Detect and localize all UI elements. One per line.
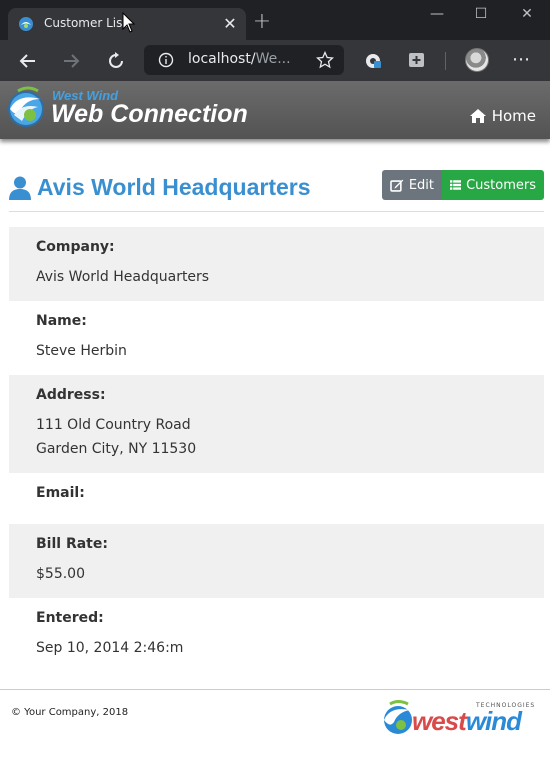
brand-title[interactable]: Web Connection xyxy=(51,100,248,129)
detail-label: Bill Rate: xyxy=(36,536,108,552)
detail-value: 111 Old Country Road Garden City, NY 115… xyxy=(36,413,517,461)
customers-button[interactable]: Customers xyxy=(442,170,544,200)
westwind-swirl-icon xyxy=(384,700,412,734)
detail-label: Company: xyxy=(36,239,115,255)
forward-arrow-icon[interactable] xyxy=(60,50,82,72)
refresh-icon[interactable] xyxy=(105,50,127,72)
detail-row-entered: Entered: Sep 10, 2014 2:46:m xyxy=(9,598,544,672)
detail-value: $55.00 xyxy=(36,566,85,582)
page-footer: © Your Company, 2018 TECHNOLOGIES westwi… xyxy=(0,689,550,764)
browser-toolbar: localhost/We... ⋯ xyxy=(0,40,550,81)
extension-icon[interactable] xyxy=(363,50,385,72)
west-wind-logo-icon[interactable] xyxy=(4,85,48,129)
site-header: West Wind Web Connection Home xyxy=(0,81,550,139)
customers-label: Customers xyxy=(466,177,536,193)
maximize-button[interactable]: ☐ xyxy=(466,4,496,24)
profile-avatar[interactable] xyxy=(465,48,489,72)
tab-close-icon[interactable]: ✕ xyxy=(220,14,240,34)
detail-label: Name: xyxy=(36,313,87,329)
detail-row-name: Name: Steve Herbin xyxy=(9,301,544,375)
page-heading: Avis World Headquarters Edit Customers xyxy=(9,170,544,212)
url-text: localhost/We... xyxy=(188,51,291,67)
page-title: Avis World Headquarters xyxy=(37,174,311,200)
edit-button[interactable]: Edit xyxy=(382,170,442,200)
address-bar[interactable]: localhost/We... xyxy=(144,45,344,75)
new-tab-button[interactable]: + xyxy=(252,11,272,33)
toolbar-divider xyxy=(445,52,446,70)
detail-row-bill-rate: Bill Rate: $55.00 xyxy=(9,524,544,598)
detail-row-address: Address: 111 Old Country Road Garden Cit… xyxy=(9,375,544,473)
detail-label: Entered: xyxy=(36,610,104,626)
detail-value: Sep 10, 2014 2:46:m xyxy=(36,640,184,656)
home-label: Home xyxy=(491,107,536,125)
home-link[interactable]: Home xyxy=(469,107,536,125)
detail-label: Address: xyxy=(36,387,106,403)
menu-ellipsis-icon[interactable]: ⋯ xyxy=(512,49,530,70)
info-icon[interactable] xyxy=(158,52,174,68)
home-icon xyxy=(469,109,486,123)
edit-icon xyxy=(390,179,404,192)
globe-icon xyxy=(19,17,33,31)
user-icon xyxy=(9,176,31,200)
back-arrow-icon[interactable] xyxy=(17,50,39,72)
tab-title: Customer List xyxy=(44,16,128,30)
edit-label: Edit xyxy=(408,177,434,193)
address-line-2: Garden City, NY 11530 xyxy=(36,441,197,457)
browser-tabstrip: Customer List ✕ + — ☐ ✕ xyxy=(0,0,550,40)
minimize-button[interactable]: — xyxy=(422,4,452,24)
collections-icon[interactable] xyxy=(406,50,428,72)
detail-value: Steve Herbin xyxy=(36,343,127,359)
detail-value: Avis World Headquarters xyxy=(36,269,210,285)
window-close-button[interactable]: ✕ xyxy=(512,4,542,24)
star-icon[interactable] xyxy=(316,51,334,69)
logo-wordmark: westwind xyxy=(412,706,522,736)
detail-row-company: Company: Avis World Headquarters xyxy=(9,227,544,301)
westwind-footer-logo[interactable]: TECHNOLOGIES westwind xyxy=(382,700,542,740)
address-line-1: 111 Old Country Road xyxy=(36,417,191,433)
detail-row-email: Email: xyxy=(9,473,544,524)
copyright-text: © Your Company, 2018 xyxy=(11,707,129,718)
customer-details: Company: Avis World Headquarters Name: S… xyxy=(9,227,544,672)
detail-label: Email: xyxy=(36,485,85,501)
list-icon xyxy=(450,180,462,190)
mouse-cursor-icon xyxy=(122,12,136,33)
